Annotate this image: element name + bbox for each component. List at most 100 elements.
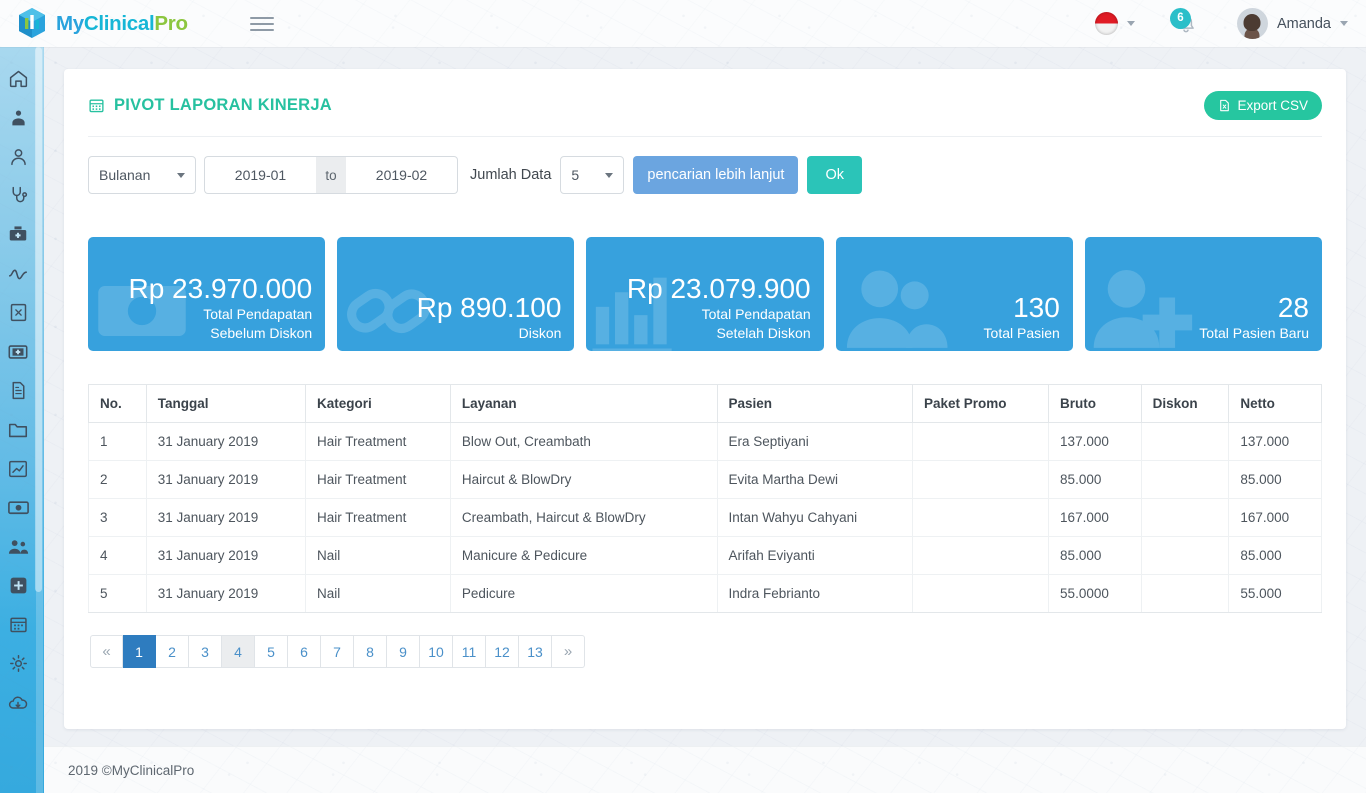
table-row[interactable]: 1 31 January 2019 Hair Treatment Blow Out, …	[88, 422, 1322, 461]
pagination-page-9[interactable]: 9	[387, 635, 420, 668]
sidebar-item-backup[interactable]	[0, 683, 36, 722]
stat-label: Total Pasien Baru	[1199, 324, 1310, 341]
date-to-input[interactable]	[346, 156, 458, 194]
pagination-prev[interactable]: «	[90, 635, 123, 668]
hamburger-icon[interactable]	[249, 13, 274, 35]
table-row[interactable]: 4 31 January 2019 Nail Manicure & Pedicure A…	[88, 536, 1322, 575]
row-count-value: 5	[571, 167, 580, 183]
table-cell: 85.000	[1048, 460, 1142, 499]
date-range-separator: to	[316, 156, 346, 194]
table-column-header: Pasien	[716, 384, 913, 423]
pagination-page-7[interactable]: 7	[321, 635, 354, 668]
table-column-header: Layanan	[449, 384, 718, 423]
table-cell: 5	[88, 574, 147, 613]
stat-value: 130	[1013, 291, 1060, 323]
excel-file-icon	[10, 303, 26, 322]
table-cell	[911, 422, 1050, 461]
sidebar-nav	[0, 47, 44, 793]
sidebar-item-home[interactable]	[0, 59, 36, 98]
sidebar-item-doctor[interactable]	[0, 98, 36, 137]
table-body: 1 31 January 2019 Hair Treatment Blow Out, …	[88, 422, 1322, 613]
pagination: «1 2 3 4 5 6 7 8 9 10 11 12 13»	[64, 613, 1346, 668]
row-count-label: Jumlah Data	[470, 167, 552, 183]
pagination-page-4[interactable]: 4	[222, 635, 255, 668]
table-cell: 2	[88, 460, 147, 499]
table-row[interactable]: 3 31 January 2019 Hair Treatment Creambath,…	[88, 498, 1322, 537]
table-cell: 31 January 2019	[145, 536, 307, 575]
pagination-page-2[interactable]: 2	[156, 635, 189, 668]
stat-card-new-patients[interactable]: 28 Total Pasien Baru	[1084, 237, 1323, 351]
page-title-text: PIVOT LAPORAN KINERJA	[114, 96, 332, 114]
stat-cards: Rp 23.970.000 Total Pendapatan Sebelum D…	[64, 194, 1346, 351]
table-cell: 1	[88, 422, 147, 461]
notifications-button[interactable]: 6	[1169, 7, 1201, 39]
pagination-page-8[interactable]: 8	[354, 635, 387, 668]
sidebar-item-calendar[interactable]	[0, 605, 36, 644]
sidebar-item-vitals[interactable]	[0, 254, 36, 293]
pagination-page-13[interactable]: 13	[519, 635, 552, 668]
table-row[interactable]: 2 31 January 2019 Hair Treatment Haircut & …	[88, 460, 1322, 499]
brand-logo-link[interactable]: MyClinicalPro	[17, 7, 188, 40]
ok-button[interactable]: Ok	[807, 156, 862, 194]
sidebar-item-staff[interactable]	[0, 527, 36, 566]
date-from-input[interactable]	[204, 156, 316, 194]
stethoscope-icon	[12, 186, 27, 203]
table-row[interactable]: 5 31 January 2019 Nail Pedicure Indra Febria…	[88, 574, 1322, 613]
table-cell: Intan Wahyu Cahyani	[716, 498, 913, 537]
sidebar-item-analytics[interactable]	[0, 449, 36, 488]
calendar-icon	[89, 99, 104, 113]
table-cell: Creambath, Haircut & BlowDry	[449, 498, 718, 537]
table-column-header: Bruto	[1048, 384, 1142, 423]
brand-part-1: My	[56, 11, 84, 35]
pagination-page-12[interactable]: 12	[486, 635, 519, 668]
table-cell: Pedicure	[449, 574, 718, 613]
table-cell	[911, 498, 1050, 537]
add-plus-icon	[10, 577, 26, 594]
sidebar-item-consultation[interactable]	[0, 176, 36, 215]
doctor-icon	[11, 110, 25, 126]
stat-value: Rp 890.100	[416, 291, 562, 323]
stat-card-total-patients[interactable]: 130 Total Pasien	[835, 237, 1073, 351]
user-menu[interactable]: Amanda	[1236, 8, 1348, 39]
footer-copyright: 2019 ©MyClinicalPro	[68, 762, 195, 778]
brand-name: MyClinicalPro	[56, 12, 188, 36]
pagination-page-3[interactable]: 3	[189, 635, 222, 668]
pagination-page-11[interactable]: 11	[453, 635, 486, 668]
sidebar-item-patient[interactable]	[0, 137, 36, 176]
app-logo-icon	[19, 8, 45, 38]
export-csv-button[interactable]: Export CSV	[1204, 91, 1322, 120]
advanced-search-button[interactable]: pencarian lebih lanjut	[633, 156, 799, 194]
sidebar-item-medical-bag[interactable]	[0, 215, 36, 254]
table-cell: 85.000	[1228, 460, 1322, 499]
pagination-page-6[interactable]: 6	[288, 635, 321, 668]
pagination-page-10[interactable]: 10	[420, 635, 453, 668]
sidebar-scrollbar-thumb[interactable]	[35, 47, 42, 592]
table-cell: 31 January 2019	[145, 574, 307, 613]
users-group-icon	[846, 270, 948, 348]
language-selector[interactable]	[1094, 12, 1135, 35]
stat-card-total-after-discount[interactable]: Rp 23.079.900 Total Pendapatan Setelah D…	[586, 237, 824, 351]
report-table-wrapper: No. Tanggal Kategori Layanan Pasien Paket Pro…	[64, 351, 1346, 613]
table-cell: 167.000	[1228, 498, 1322, 537]
sidebar-item-documents[interactable]	[0, 371, 36, 410]
sidebar-scrollbar-track[interactable]	[35, 47, 43, 793]
stat-card-total-before-discount[interactable]: Rp 23.970.000 Total Pendapatan Sebelum D…	[88, 237, 326, 351]
sidebar-item-first-aid[interactable]	[0, 332, 36, 371]
stat-card-discount[interactable]: Rp 890.100 Diskon	[337, 237, 575, 351]
user-icon	[10, 149, 26, 166]
pagination-page-5[interactable]: 5	[255, 635, 288, 668]
pagination-next[interactable]: »	[552, 635, 585, 668]
sidebar-item-reports[interactable]	[0, 293, 36, 332]
sidebar-item-settings[interactable]	[0, 644, 36, 683]
period-select[interactable]: Bulanan	[88, 156, 196, 194]
table-cell: 31 January 2019	[145, 422, 307, 461]
table-cell: Indra Febrianto	[716, 574, 913, 613]
sidebar-item-add[interactable]	[0, 566, 36, 605]
table-cell: 167.000	[1048, 498, 1142, 537]
header-actions: 6 Amanda	[1094, 7, 1366, 39]
sidebar-item-folders[interactable]	[0, 410, 36, 449]
table-cell: Nail	[305, 536, 451, 575]
row-count-select[interactable]: 5	[560, 156, 625, 194]
sidebar-item-finance[interactable]	[0, 488, 36, 527]
pagination-page-1[interactable]: 1	[123, 635, 156, 668]
